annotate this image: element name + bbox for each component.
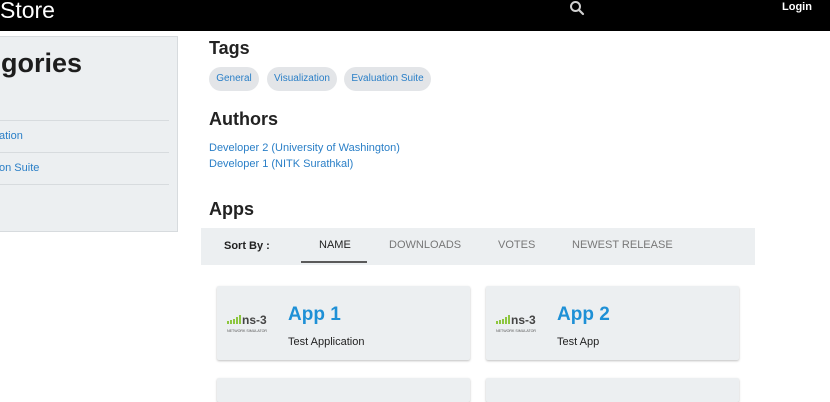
sort-tab-downloads[interactable]: DOWNLOADS bbox=[389, 239, 461, 251]
brand-title[interactable]: Store bbox=[0, 0, 55, 24]
app-description: Test Application bbox=[288, 336, 365, 348]
active-sort-indicator bbox=[301, 261, 367, 263]
sort-bar: Sort By : NAME DOWNLOADS VOTES NEWEST RE… bbox=[201, 228, 755, 265]
sort-tab-votes[interactable]: VOTES bbox=[498, 239, 535, 251]
sort-by-label: Sort By : bbox=[224, 240, 270, 252]
apps-heading: Apps bbox=[209, 199, 254, 219]
categories-sidebar: gories ation on Suite bbox=[0, 36, 178, 232]
ns3-logo-icon: ns-3 NETWORK SIMULATOR bbox=[496, 313, 536, 333]
ns3-logo-icon: ns-3 NETWORK SIMULATOR bbox=[227, 313, 267, 333]
sidebar-title: gories bbox=[1, 48, 83, 78]
app-name[interactable]: App 2 bbox=[557, 304, 610, 326]
top-navbar: Store Login bbox=[0, 0, 830, 31]
app-description: Test App bbox=[557, 336, 600, 348]
tag-evaluation-suite[interactable]: Evaluation Suite bbox=[344, 67, 431, 91]
app-card-4[interactable] bbox=[486, 378, 739, 402]
author-link-1[interactable]: Developer 2 (University of Washington) bbox=[209, 142, 400, 154]
search-icon[interactable] bbox=[569, 0, 585, 16]
svg-text:ns-3: ns-3 bbox=[511, 313, 536, 327]
svg-text:NETWORK SIMULATOR: NETWORK SIMULATOR bbox=[496, 329, 536, 333]
login-link[interactable]: Login bbox=[782, 1, 812, 13]
sort-tab-newest-release[interactable]: NEWEST RELEASE bbox=[572, 239, 673, 251]
author-link-2[interactable]: Developer 1 (NITK Surathkal) bbox=[209, 158, 353, 170]
tag-general[interactable]: General bbox=[209, 67, 259, 91]
sidebar-item-evaluation-suite[interactable]: on Suite bbox=[0, 153, 169, 185]
tag-visualization[interactable]: Visualization bbox=[267, 67, 337, 91]
svg-text:ns-3: ns-3 bbox=[242, 313, 267, 327]
sidebar-item-visualization[interactable]: ation bbox=[0, 121, 169, 153]
app-name[interactable]: App 1 bbox=[288, 304, 341, 326]
svg-text:NETWORK SIMULATOR: NETWORK SIMULATOR bbox=[227, 329, 267, 333]
app-card-3[interactable] bbox=[217, 378, 470, 402]
app-card-2[interactable]: ns-3 NETWORK SIMULATOR App 2 Test App bbox=[486, 286, 739, 360]
app-card-1[interactable]: ns-3 NETWORK SIMULATOR App 1 Test Applic… bbox=[217, 286, 470, 360]
authors-heading: Authors bbox=[209, 109, 278, 129]
sidebar-item-1[interactable] bbox=[0, 89, 169, 121]
sort-tab-name[interactable]: NAME bbox=[319, 239, 351, 251]
tags-heading: Tags bbox=[209, 38, 250, 58]
